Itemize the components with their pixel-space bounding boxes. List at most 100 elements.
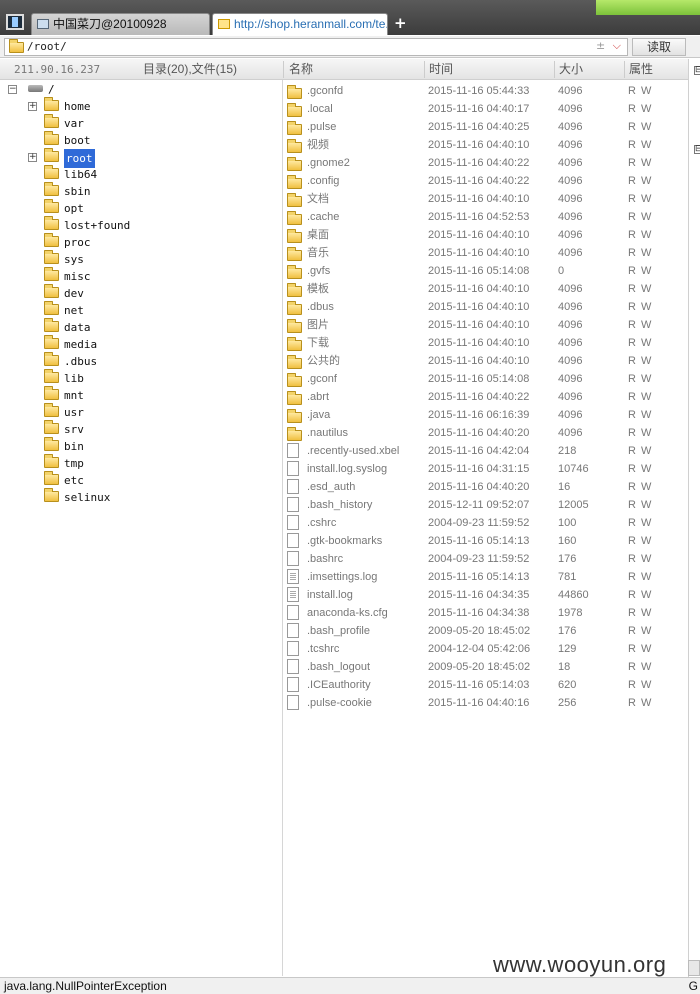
path-controls[interactable]: ± ⌵ <box>596 39 623 53</box>
file-row[interactable]: .java 2015-11-16 06:16:39 4096 R W <box>284 406 688 424</box>
tab-label: http://shop.heranmall.com/te... <box>234 17 388 31</box>
file-row[interactable]: .pulse-cookie 2015-11-16 04:40:16 256 R W <box>284 694 688 712</box>
file-row[interactable]: .bash_logout 2009-05-20 18:45:02 18 R W <box>284 658 688 676</box>
app-icon[interactable] <box>6 14 24 30</box>
tree-label: sys <box>64 253 84 266</box>
new-tab-button[interactable]: + <box>394 14 407 32</box>
file-icon <box>287 677 299 695</box>
expand-icon[interactable]: + <box>28 153 37 162</box>
file-size: 620 <box>558 679 577 691</box>
tree-label: usr <box>64 406 84 419</box>
file-row[interactable]: .gconf 2015-11-16 05:14:08 4096 R W <box>284 370 688 388</box>
file-row[interactable]: .gvfs 2015-11-16 05:14:08 0 R W <box>284 262 688 280</box>
file-row[interactable]: .nautilus 2015-11-16 04:40:20 4096 R W <box>284 424 688 442</box>
tab-shop-url[interactable]: http://shop.heranmall.com/te... <box>212 13 388 35</box>
tab-caidao[interactable]: 中国菜刀@20100928 <box>31 13 210 35</box>
file-row[interactable]: .gnome2 2015-11-16 04:40:22 4096 R W <box>284 154 688 172</box>
file-name: .bash_history <box>307 499 373 511</box>
file-size: 4096 <box>558 157 583 169</box>
file-size: 100 <box>558 517 577 529</box>
file-name: .bashrc <box>307 553 344 565</box>
path-input[interactable]: /root/ ± ⌵ <box>4 38 628 56</box>
file-row[interactable]: .recently-used.xbel 2015-11-16 04:42:04 21… <box>284 442 688 460</box>
col-attr[interactable]: 属性 <box>629 59 653 80</box>
col-name[interactable]: 名称 <box>289 59 313 80</box>
folder-icon <box>44 488 59 506</box>
col-size[interactable]: 大小 <box>559 59 583 80</box>
file-row[interactable]: .esd_auth 2015-11-16 04:40:20 16 R W <box>284 478 688 496</box>
file-row[interactable]: .gtk-bookmarks 2015-11-16 05:14:13 160 R W <box>284 532 688 550</box>
file-row[interactable]: .dbus 2015-11-16 04:40:10 4096 R W <box>284 298 688 316</box>
file-row[interactable]: .pulse 2015-11-16 04:40:25 4096 R W <box>284 118 688 136</box>
scrollbar[interactable] <box>688 960 700 976</box>
expand-icon[interactable]: + <box>28 102 37 111</box>
folder-icon <box>44 182 59 200</box>
file-name: 公共的 <box>307 355 340 367</box>
collapse-icon[interactable]: ⊟ <box>694 145 700 154</box>
file-row[interactable]: 下载 2015-11-16 04:40:10 4096 R W <box>284 334 688 352</box>
file-row[interactable]: install.log 2015-11-16 04:34:35 44860 R W <box>284 586 688 604</box>
file-row[interactable]: 模板 2015-11-16 04:40:10 4096 R W <box>284 280 688 298</box>
file-time: 2015-11-16 04:40:22 <box>428 391 530 403</box>
file-row[interactable]: 公共的 2015-11-16 04:40:10 4096 R W <box>284 352 688 370</box>
file-attr: R W <box>628 571 653 583</box>
file-row[interactable]: .bash_profile 2009-05-20 18:45:02 176 R W <box>284 622 688 640</box>
file-row[interactable]: install.log.syslog 2015-11-16 04:31:15 107… <box>284 460 688 478</box>
collapse-icon[interactable]: ⊟ <box>694 66 700 75</box>
file-name: .bash_profile <box>307 625 370 637</box>
tree-label: etc <box>64 474 84 487</box>
file-name: install.log.syslog <box>307 463 388 475</box>
file-attr: R W <box>628 589 653 601</box>
file-name: .gconfd <box>307 85 344 97</box>
folder-icon <box>44 233 59 251</box>
file-row[interactable]: 视频 2015-11-16 04:40:10 4096 R W <box>284 136 688 154</box>
file-row[interactable]: .abrt 2015-11-16 04:40:22 4096 R W <box>284 388 688 406</box>
file-row[interactable]: .ICEauthority 2015-11-16 05:14:03 620 R W <box>284 676 688 694</box>
file-attr: R W <box>628 427 653 439</box>
file-time: 2015-11-16 04:40:10 <box>428 337 530 349</box>
tree-label: lost+found <box>64 219 131 232</box>
tree-label: proc <box>64 236 91 249</box>
read-button[interactable]: 读取 <box>632 38 686 56</box>
folder-icon <box>44 454 59 472</box>
file-row[interactable]: .tcshrc 2004-12-04 05:42:06 129 R W <box>284 640 688 658</box>
file-name: .gnome2 <box>307 157 350 169</box>
file-row[interactable]: 图片 2015-11-16 04:40:10 4096 R W <box>284 316 688 334</box>
file-row[interactable]: .config 2015-11-16 04:40:22 4096 R W <box>284 172 688 190</box>
file-list: .gconfd 2015-11-16 05:44:33 4096 R W .local 2… <box>284 80 688 980</box>
col-time[interactable]: 时间 <box>429 59 453 80</box>
folder-icon <box>44 386 59 404</box>
tree-label: home <box>64 100 91 113</box>
file-size: 4096 <box>558 409 583 421</box>
file-row[interactable]: 音乐 2015-11-16 04:40:10 4096 R W <box>284 244 688 262</box>
file-attr: R W <box>628 445 653 457</box>
folder-icon <box>44 420 59 438</box>
file-name: .imsettings.log <box>307 571 378 583</box>
path-value: /root/ <box>27 40 67 53</box>
file-row[interactable]: .cache 2015-11-16 04:52:53 4096 R W <box>284 208 688 226</box>
file-time: 2015-11-16 05:14:08 <box>428 265 530 277</box>
file-row[interactable]: .cshrc 2004-09-23 11:59:52 100 R W <box>284 514 688 532</box>
tree-label: selinux <box>64 491 111 504</box>
tree-label: sbin <box>64 185 91 198</box>
file-time: 2004-09-23 11:59:52 <box>428 553 530 565</box>
file-row[interactable]: 文档 2015-11-16 04:40:10 4096 R W <box>284 190 688 208</box>
file-name: .tcshrc <box>307 643 340 655</box>
file-time: 2015-11-16 04:42:04 <box>428 445 530 457</box>
chevron-down-icon[interactable]: ⌵ <box>613 39 623 52</box>
file-time: 2009-05-20 18:45:02 <box>428 625 531 637</box>
file-row[interactable]: 桌面 2015-11-16 04:40:10 4096 R W <box>284 226 688 244</box>
file-row[interactable]: anaconda-ks.cfg 2015-11-16 04:34:38 1978 R … <box>284 604 688 622</box>
file-row[interactable]: .gconfd 2015-11-16 05:44:33 4096 R W <box>284 82 688 100</box>
file-attr: R W <box>628 679 653 691</box>
file-row[interactable]: .bash_history 2015-12-11 09:52:07 12005 R W <box>284 496 688 514</box>
file-time: 2015-11-16 05:14:08 <box>428 373 530 385</box>
collapse-icon[interactable]: − <box>8 85 17 94</box>
file-attr: R W <box>628 193 653 205</box>
file-row[interactable]: .imsettings.log 2015-11-16 05:14:13 781 R W <box>284 568 688 586</box>
file-row[interactable]: .bashrc 2004-09-23 11:59:52 176 R W <box>284 550 688 568</box>
file-row[interactable]: .local 2015-11-16 04:40:17 4096 R W <box>284 100 688 118</box>
file-attr: R W <box>628 121 653 133</box>
page-icon <box>37 19 49 29</box>
folder-icon <box>44 471 59 489</box>
